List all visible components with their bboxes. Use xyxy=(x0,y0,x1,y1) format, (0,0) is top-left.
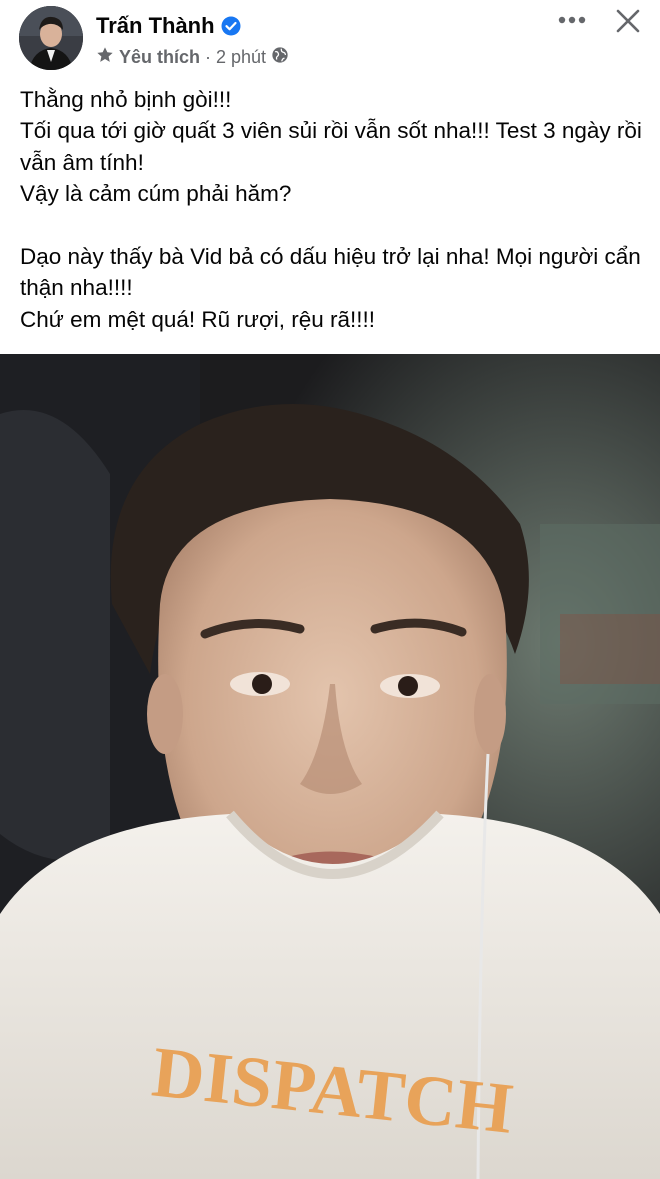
facebook-post: Trấn Thành Yêu thích · 2 phút Thằng nhỏ … xyxy=(0,0,660,1179)
more-options-button[interactable] xyxy=(552,6,592,34)
author-name-row: Trấn Thành xyxy=(96,13,241,39)
verified-badge-icon xyxy=(221,16,241,36)
author-name[interactable]: Trấn Thành xyxy=(96,13,215,39)
post-photo[interactable]: DISPATCH xyxy=(0,354,660,1179)
post-text-paragraph-2: Dạo này thấy bà Vid bả có dấu hiệu trở l… xyxy=(20,244,641,332)
avatar[interactable] xyxy=(19,6,83,70)
favorite-label[interactable]: Yêu thích xyxy=(119,47,200,68)
globe-icon[interactable] xyxy=(271,46,289,69)
close-icon xyxy=(616,9,640,33)
post-meta: Yêu thích · 2 phút xyxy=(96,46,289,69)
post-header: Trấn Thành Yêu thích · 2 phút xyxy=(0,0,660,80)
meta-separator: · xyxy=(205,47,212,67)
star-icon xyxy=(96,46,114,69)
close-button[interactable] xyxy=(608,4,648,38)
post-text: Thằng nhỏ bịnh gòi!!! Tối qua tới giờ qu… xyxy=(20,84,645,335)
post-time[interactable]: 2 phút xyxy=(216,47,266,68)
more-options-icon xyxy=(558,16,586,24)
post-text-paragraph-1: Thằng nhỏ bịnh gòi!!! Tối qua tới giờ qu… xyxy=(20,87,642,207)
